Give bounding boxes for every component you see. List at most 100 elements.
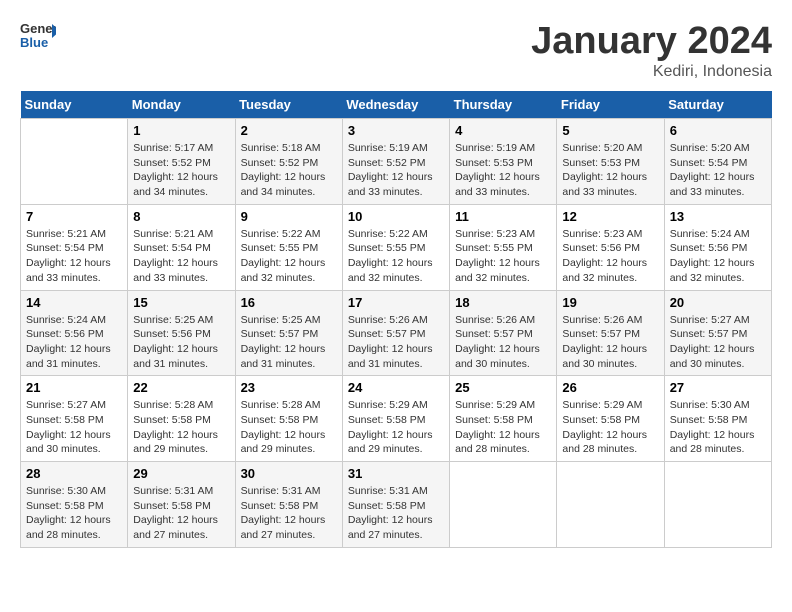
day-cell: 12Sunrise: 5:23 AMSunset: 5:56 PMDayligh…: [557, 204, 664, 290]
day-cell: 27 Sunrise: 5:30 AMSunset: 5:58 PMDayligh…: [664, 376, 771, 462]
day-info: Sunrise: 5:23 AMSunset: 5:55 PMDaylight:…: [455, 227, 551, 286]
day-info: Sunrise: 5:22 AMSunset: 5:55 PMDaylight:…: [241, 227, 337, 286]
day-number: 29: [133, 466, 229, 481]
day-cell: 19 Sunrise: 5:26 AMSunset: 5:57 PMDayligh…: [557, 290, 664, 376]
day-info: Sunrise: 5:31 AMSunset: 5:58 PMDaylight:…: [133, 484, 229, 543]
day-cell: 10Sunrise: 5:22 AMSunset: 5:55 PMDayligh…: [342, 204, 449, 290]
calendar-table: SundayMondayTuesdayWednesdayThursdayFrid…: [20, 91, 772, 548]
day-info: Sunrise: 5:27 AMSunset: 5:57 PMDaylight:…: [670, 313, 766, 372]
week-row-2: 14 Sunrise: 5:24 AMSunset: 5:56 PMDayligh…: [21, 290, 772, 376]
day-number: 19: [562, 295, 658, 310]
day-number: 24: [348, 380, 444, 395]
day-cell: 23 Sunrise: 5:28 AMSunset: 5:58 PMDayligh…: [235, 376, 342, 462]
day-cell: 20Sunrise: 5:27 AMSunset: 5:57 PMDayligh…: [664, 290, 771, 376]
day-info: Sunrise: 5:27 AMSunset: 5:58 PMDaylight:…: [26, 398, 122, 457]
day-number: 28: [26, 466, 122, 481]
day-number: 1: [133, 123, 229, 138]
day-cell: 11 Sunrise: 5:23 AMSunset: 5:55 PMDayligh…: [450, 204, 557, 290]
day-info: Sunrise: 5:25 AMSunset: 5:57 PMDaylight:…: [241, 313, 337, 372]
day-cell: 7 Sunrise: 5:21 AMSunset: 5:54 PMDaylight…: [21, 204, 128, 290]
day-info: Sunrise: 5:25 AMSunset: 5:56 PMDaylight:…: [133, 313, 229, 372]
day-number: 12: [562, 209, 658, 224]
day-number: 22: [133, 380, 229, 395]
week-row-4: 28 Sunrise: 5:30 AMSunset: 5:58 PMDayligh…: [21, 462, 772, 548]
day-number: 10: [348, 209, 444, 224]
day-cell: 28 Sunrise: 5:30 AMSunset: 5:58 PMDayligh…: [21, 462, 128, 548]
day-cell: [450, 462, 557, 548]
day-number: 15: [133, 295, 229, 310]
weekday-header-sunday: Sunday: [21, 91, 128, 119]
day-number: 5: [562, 123, 658, 138]
day-number: 2: [241, 123, 337, 138]
day-info: Sunrise: 5:26 AMSunset: 5:57 PMDaylight:…: [455, 313, 551, 372]
week-row-0: 1Sunrise: 5:17 AMSunset: 5:52 PMDaylight…: [21, 119, 772, 205]
day-number: 8: [133, 209, 229, 224]
day-number: 25: [455, 380, 551, 395]
day-cell: 25 Sunrise: 5:29 AMSunset: 5:58 PMDayligh…: [450, 376, 557, 462]
day-number: 13: [670, 209, 766, 224]
day-number: 6: [670, 123, 766, 138]
day-info: Sunrise: 5:26 AMSunset: 5:57 PMDaylight:…: [348, 313, 444, 372]
day-number: 23: [241, 380, 337, 395]
day-cell: 30Sunrise: 5:31 AMSunset: 5:58 PMDayligh…: [235, 462, 342, 548]
day-cell: 29 Sunrise: 5:31 AMSunset: 5:58 PMDayligh…: [128, 462, 235, 548]
day-cell: 26Sunrise: 5:29 AMSunset: 5:58 PMDayligh…: [557, 376, 664, 462]
day-cell: 22 Sunrise: 5:28 AMSunset: 5:58 PMDayligh…: [128, 376, 235, 462]
day-info: Sunrise: 5:20 AMSunset: 5:53 PMDaylight:…: [562, 141, 658, 200]
day-info: Sunrise: 5:19 AMSunset: 5:52 PMDaylight:…: [348, 141, 444, 200]
day-number: 14: [26, 295, 122, 310]
day-info: Sunrise: 5:29 AMSunset: 5:58 PMDaylight:…: [455, 398, 551, 457]
day-cell: 5 Sunrise: 5:20 AMSunset: 5:53 PMDaylight…: [557, 119, 664, 205]
day-number: 3: [348, 123, 444, 138]
day-cell: 31Sunrise: 5:31 AMSunset: 5:58 PMDayligh…: [342, 462, 449, 548]
day-info: Sunrise: 5:28 AMSunset: 5:58 PMDaylight:…: [241, 398, 337, 457]
day-cell: [557, 462, 664, 548]
day-cell: [664, 462, 771, 548]
day-info: Sunrise: 5:20 AMSunset: 5:54 PMDaylight:…: [670, 141, 766, 200]
day-cell: 13Sunrise: 5:24 AMSunset: 5:56 PMDayligh…: [664, 204, 771, 290]
day-number: 9: [241, 209, 337, 224]
day-number: 11: [455, 209, 551, 224]
day-number: 17: [348, 295, 444, 310]
day-cell: 16 Sunrise: 5:25 AMSunset: 5:57 PMDayligh…: [235, 290, 342, 376]
day-cell: 9 Sunrise: 5:22 AMSunset: 5:55 PMDaylight…: [235, 204, 342, 290]
day-info: Sunrise: 5:26 AMSunset: 5:57 PMDaylight:…: [562, 313, 658, 372]
day-info: Sunrise: 5:28 AMSunset: 5:58 PMDaylight:…: [133, 398, 229, 457]
day-cell: [21, 119, 128, 205]
logo: General Blue: [20, 20, 56, 50]
day-number: 27: [670, 380, 766, 395]
weekday-header-tuesday: Tuesday: [235, 91, 342, 119]
weekday-header-saturday: Saturday: [664, 91, 771, 119]
title-area: January 2024 Kediri, Indonesia: [531, 20, 772, 81]
day-info: Sunrise: 5:29 AMSunset: 5:58 PMDaylight:…: [348, 398, 444, 457]
day-info: Sunrise: 5:24 AMSunset: 5:56 PMDaylight:…: [26, 313, 122, 372]
day-info: Sunrise: 5:30 AMSunset: 5:58 PMDaylight:…: [26, 484, 122, 543]
day-cell: 2 Sunrise: 5:18 AMSunset: 5:52 PMDaylight…: [235, 119, 342, 205]
day-cell: 4 Sunrise: 5:19 AMSunset: 5:53 PMDaylight…: [450, 119, 557, 205]
day-cell: 15 Sunrise: 5:25 AMSunset: 5:56 PMDayligh…: [128, 290, 235, 376]
day-number: 18: [455, 295, 551, 310]
day-info: Sunrise: 5:21 AMSunset: 5:54 PMDaylight:…: [26, 227, 122, 286]
day-cell: 17 Sunrise: 5:26 AMSunset: 5:57 PMDayligh…: [342, 290, 449, 376]
day-cell: 24 Sunrise: 5:29 AMSunset: 5:58 PMDayligh…: [342, 376, 449, 462]
header: General Blue January 2024 Kediri, Indone…: [20, 20, 772, 81]
calendar-body: 1Sunrise: 5:17 AMSunset: 5:52 PMDaylight…: [21, 119, 772, 548]
day-number: 31: [348, 466, 444, 481]
weekday-header-row: SundayMondayTuesdayWednesdayThursdayFrid…: [21, 91, 772, 119]
day-info: Sunrise: 5:31 AMSunset: 5:58 PMDaylight:…: [241, 484, 337, 543]
day-info: Sunrise: 5:18 AMSunset: 5:52 PMDaylight:…: [241, 141, 337, 200]
week-row-3: 21Sunrise: 5:27 AMSunset: 5:58 PMDayligh…: [21, 376, 772, 462]
weekday-header-monday: Monday: [128, 91, 235, 119]
calendar-title: January 2024: [531, 20, 772, 63]
day-info: Sunrise: 5:30 AMSunset: 5:58 PMDaylight:…: [670, 398, 766, 457]
day-number: 7: [26, 209, 122, 224]
day-cell: 18 Sunrise: 5:26 AMSunset: 5:57 PMDayligh…: [450, 290, 557, 376]
day-cell: 21Sunrise: 5:27 AMSunset: 5:58 PMDayligh…: [21, 376, 128, 462]
logo-svg: General Blue: [20, 20, 56, 50]
day-info: Sunrise: 5:19 AMSunset: 5:53 PMDaylight:…: [455, 141, 551, 200]
day-number: 16: [241, 295, 337, 310]
day-cell: 6 Sunrise: 5:20 AMSunset: 5:54 PMDaylight…: [664, 119, 771, 205]
weekday-header-thursday: Thursday: [450, 91, 557, 119]
day-cell: 8Sunrise: 5:21 AMSunset: 5:54 PMDaylight…: [128, 204, 235, 290]
day-number: 4: [455, 123, 551, 138]
